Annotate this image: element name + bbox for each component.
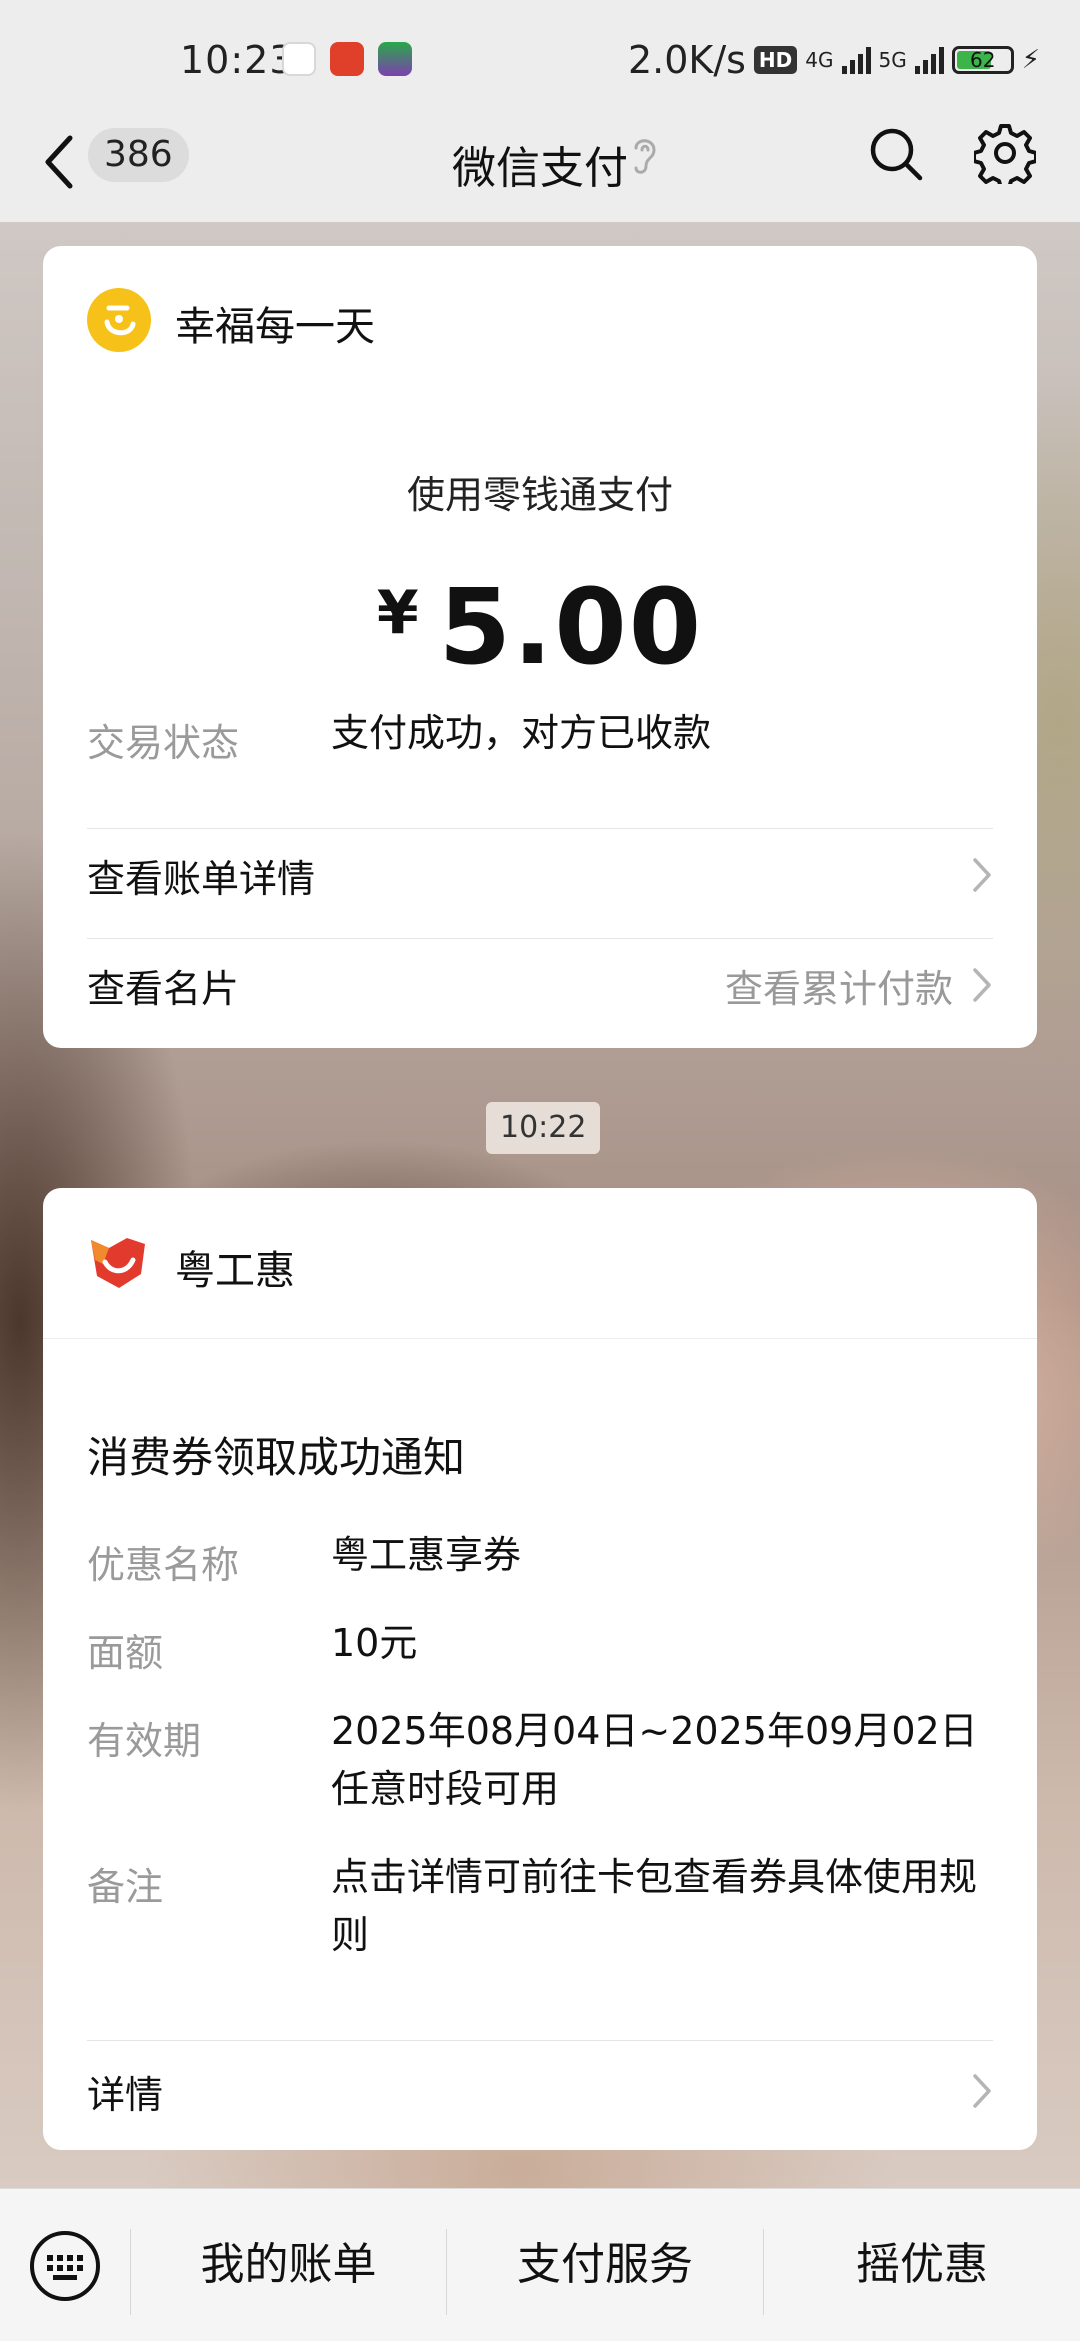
- search-icon[interactable]: [868, 126, 924, 182]
- merchant-logo-icon: [87, 288, 151, 352]
- app-notification-icon: [378, 42, 412, 76]
- gear-icon[interactable]: [974, 122, 1036, 184]
- signal-type-label: 5G: [878, 48, 907, 72]
- chevron-right-icon: [973, 968, 991, 1002]
- signal-bars-icon: [914, 46, 944, 74]
- remark-label: 备注: [87, 1865, 164, 1909]
- notice-title: 消费券领取成功通知: [87, 1433, 466, 1482]
- currency-symbol: ¥: [376, 578, 419, 648]
- keyboard-toggle-icon[interactable]: [28, 2229, 102, 2303]
- face-value-value: 10元: [331, 1621, 418, 1665]
- coupon-notification-card: 粤工惠 消费券领取成功通知 优惠名称 粤工惠享券 面额 10元 有效期 2025…: [43, 1188, 1037, 2150]
- status-bar: 10:23 2.0K/s HD 4G 5G 62 ⚡: [0, 0, 1080, 110]
- face-value-label: 面额: [87, 1631, 164, 1675]
- menu-payment-services[interactable]: 支付服务: [447, 2189, 763, 2341]
- status-value: 支付成功，对方已收款: [331, 711, 712, 755]
- battery-level: 62: [970, 48, 996, 72]
- chevron-right-icon: [973, 2074, 991, 2108]
- signal-bars-icon: [841, 46, 871, 74]
- merchant-name[interactable]: 粤工惠: [175, 1238, 295, 1296]
- app-notification-icon: [282, 42, 316, 76]
- charging-icon: ⚡: [1021, 45, 1040, 75]
- divider: [87, 938, 993, 939]
- view-business-card-link[interactable]: 查看名片 查看累计付款: [87, 940, 993, 1030]
- network-speed: 2.0K/s: [627, 38, 746, 82]
- payment-amount: 5.00: [438, 566, 704, 688]
- details-label: 详情: [87, 2072, 164, 2117]
- chevron-right-icon: [973, 858, 991, 892]
- status-label: 交易状态: [87, 721, 240, 765]
- status-indicators: 2.0K/s HD 4G 5G 62 ⚡: [628, 38, 1040, 82]
- amount-row: ¥5.00: [43, 566, 1037, 688]
- view-bill-details-label: 查看账单详情: [87, 856, 316, 901]
- ear-mute-icon: [634, 139, 656, 174]
- view-cumulative-payment-label: 查看累计付款: [724, 966, 953, 1011]
- menu-my-bills[interactable]: 我的账单: [131, 2189, 446, 2341]
- validity-value: 2025年08月04日~2025年09月02日任意时段可用: [331, 1709, 978, 1811]
- coupon-name-label: 优惠名称: [87, 1543, 240, 1587]
- coupon-name-value: 粤工惠享券: [331, 1533, 522, 1577]
- app-notification-icon: [330, 42, 364, 76]
- divider: [87, 828, 993, 829]
- yuegonghui-logo-icon: [91, 1238, 145, 1288]
- notification-icons: [282, 42, 412, 76]
- message-timestamp: 10:22: [486, 1102, 601, 1154]
- bottom-menu-bar: 我的账单 支付服务 摇优惠: [0, 2188, 1080, 2341]
- view-business-card-label: 查看名片: [87, 966, 240, 1011]
- hd-icon: HD: [753, 46, 798, 74]
- payment-method: 使用零钱通支付: [406, 473, 673, 517]
- details-link[interactable]: 详情: [87, 2046, 993, 2136]
- validity-label: 有效期: [87, 1719, 202, 1763]
- payment-notification-card: 幸福每一天 使用零钱通支付 ¥5.00 交易状态 支付成功，对方已收款 查看账单…: [43, 246, 1037, 1048]
- view-bill-details-link[interactable]: 查看账单详情: [87, 830, 993, 920]
- merchant-name[interactable]: 幸福每一天: [175, 294, 375, 352]
- battery-icon: 62: [951, 46, 1014, 74]
- signal-type-label: 4G: [805, 48, 834, 72]
- divider: [43, 1338, 1037, 1339]
- smile-logo-icon: [104, 305, 136, 336]
- status-time: 10:23: [180, 38, 295, 82]
- divider: [87, 2040, 993, 2041]
- view-cumulative-payment-link[interactable]: 查看累计付款: [725, 958, 993, 1013]
- remark-value: 点击详情可前往卡包查看券具体使用规则: [331, 1855, 978, 1957]
- menu-shake-offers[interactable]: 摇优惠: [764, 2189, 1080, 2341]
